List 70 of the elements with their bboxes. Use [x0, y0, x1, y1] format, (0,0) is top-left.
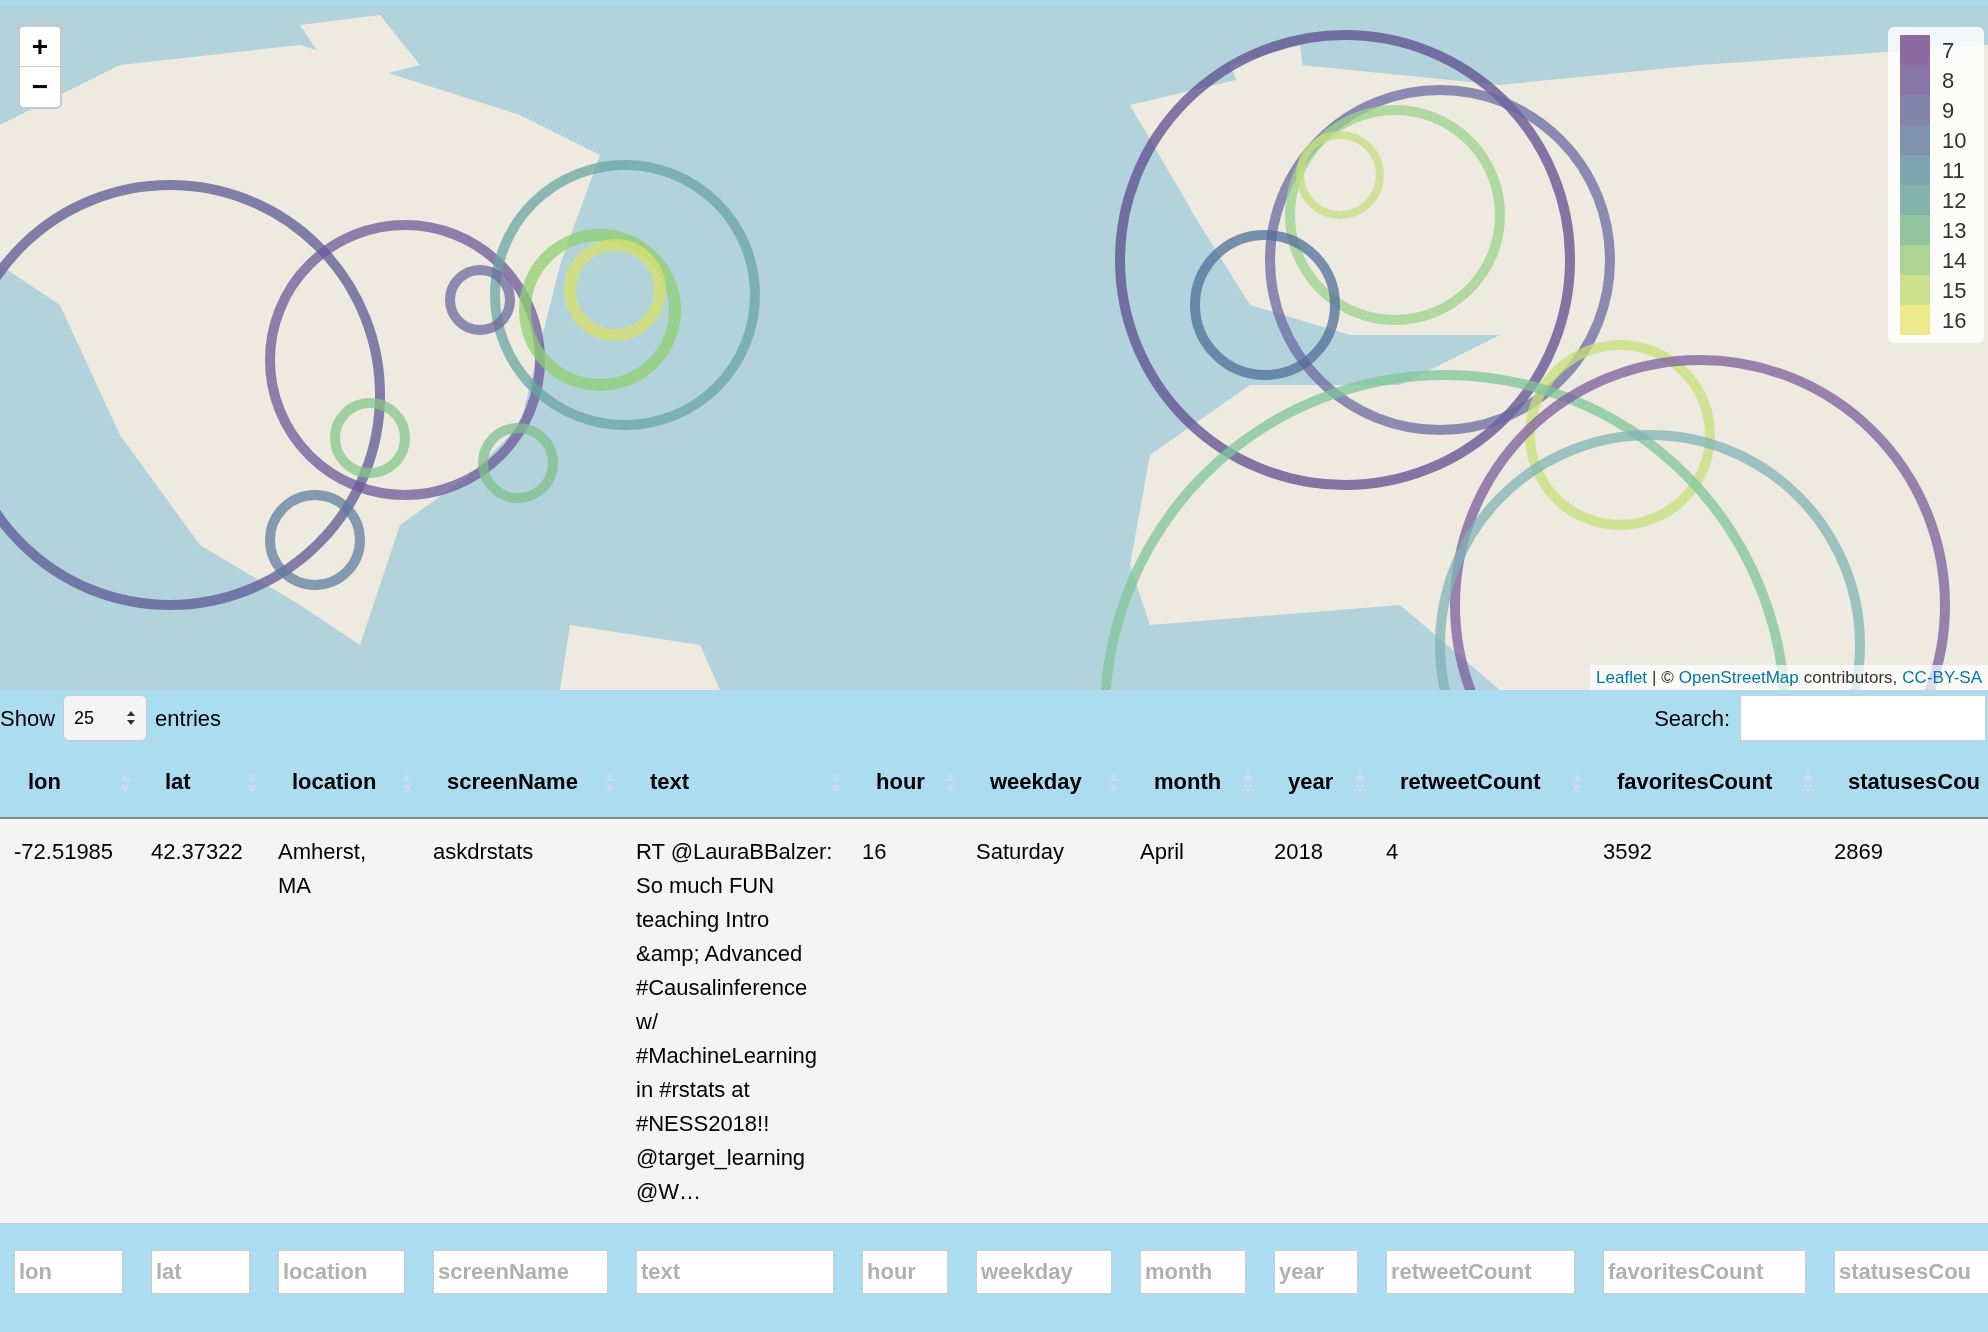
- legend-label: 10: [1942, 126, 1968, 155]
- table-cell: 2869: [1820, 818, 1988, 1224]
- column-header[interactable]: retweetCount: [1372, 746, 1589, 818]
- column-header[interactable]: year: [1260, 746, 1372, 818]
- search-field[interactable]: [1740, 695, 1986, 741]
- column-filter-field[interactable]: lat: [151, 1249, 250, 1294]
- attribution-separator: | ©: [1652, 666, 1674, 689]
- table-cell: -72.51985: [0, 818, 137, 1224]
- column-filter-field[interactable]: hour: [862, 1249, 948, 1294]
- table-cell: RT @LauraBBalzer: So much FUN teaching Intro &amp; Advanced #Causalinference w/ #MachineLearning in #rstats at #NESS2018!! @target_learning @W…: [622, 818, 848, 1224]
- column-filter-field[interactable]: statusesCou: [1834, 1249, 1988, 1294]
- table-cell: April: [1126, 818, 1260, 1224]
- column-filter-field[interactable]: screenName: [433, 1249, 608, 1294]
- column-filter-field[interactable]: weekday: [976, 1249, 1112, 1294]
- show-label: Show: [0, 704, 56, 733]
- table-cell: 2018: [1260, 818, 1372, 1224]
- legend-label: 12: [1942, 186, 1968, 215]
- table-cell: 4: [1372, 818, 1589, 1224]
- column-header[interactable]: hour: [848, 746, 962, 818]
- osm-link[interactable]: OpenStreetMap: [1678, 664, 1799, 690]
- legend-label: 9: [1942, 96, 1956, 125]
- license-link[interactable]: CC-BY-SA: [1902, 664, 1982, 690]
- legend-label: 14: [1942, 246, 1968, 275]
- sort-icon: [246, 772, 258, 794]
- attribution-text: contributors,: [1803, 666, 1898, 689]
- column-filter-field[interactable]: favoritesCount: [1603, 1249, 1806, 1294]
- column-header[interactable]: screenName: [419, 746, 622, 818]
- table-cell: 16: [848, 818, 962, 1224]
- legend-label: 15: [1942, 276, 1968, 305]
- legend-label: 16: [1942, 306, 1968, 335]
- legend-label: 11: [1942, 156, 1966, 185]
- column-filter-field[interactable]: month: [1140, 1249, 1246, 1294]
- column-filter-field[interactable]: retweetCount: [1386, 1249, 1575, 1294]
- column-header[interactable]: lat: [137, 746, 264, 818]
- column-filter-field[interactable]: location: [278, 1249, 405, 1294]
- legend-label: 8: [1942, 66, 1956, 95]
- sort-icon: [1802, 772, 1814, 794]
- column-filter-field[interactable]: year: [1274, 1249, 1358, 1294]
- column-header[interactable]: location: [264, 746, 419, 818]
- table-cell: Saturday: [962, 818, 1126, 1224]
- column-header[interactable]: month: [1126, 746, 1260, 818]
- legend-label: 13: [1942, 216, 1968, 245]
- sort-icon: [830, 772, 842, 794]
- sort-icon: [1354, 772, 1366, 794]
- table-cell: Amherst, MA: [264, 818, 419, 1224]
- column-filter-field[interactable]: text: [636, 1249, 834, 1294]
- sort-icon: [1108, 772, 1120, 794]
- table-cell: 42.37322: [137, 818, 264, 1224]
- column-header[interactable]: statusesCou: [1820, 746, 1988, 818]
- column-header[interactable]: weekday: [962, 746, 1126, 818]
- column-header[interactable]: favoritesCount: [1589, 746, 1820, 818]
- sort-icon: [119, 772, 131, 794]
- table-cell: askdrstats: [419, 818, 622, 1224]
- spinner-icon: [126, 709, 137, 727]
- zoom-out-button[interactable]: −: [20, 67, 60, 107]
- legend-label: 7: [1942, 36, 1956, 65]
- search-label: Search:: [1654, 704, 1730, 733]
- page-size-select[interactable]: 25: [63, 695, 148, 741]
- sort-icon: [1571, 772, 1583, 794]
- sort-icon: [604, 772, 616, 794]
- column-header[interactable]: lon: [0, 746, 137, 818]
- entries-label: entries: [155, 704, 222, 733]
- leaflet-link[interactable]: Leaflet: [1596, 664, 1648, 690]
- table-cell: 3592: [1589, 818, 1820, 1224]
- sort-icon: [1242, 772, 1254, 794]
- column-filter-field[interactable]: lon: [14, 1249, 123, 1294]
- sort-icon: [944, 772, 956, 794]
- column-header[interactable]: text: [622, 746, 848, 818]
- sort-icon: [401, 772, 413, 794]
- zoom-in-button[interactable]: +: [20, 27, 60, 67]
